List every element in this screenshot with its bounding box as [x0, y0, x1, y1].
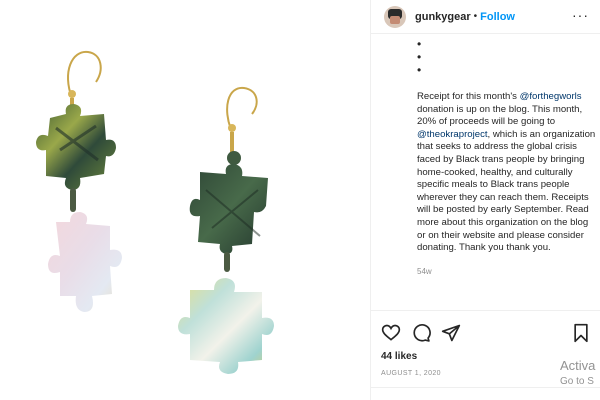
share-icon[interactable] — [441, 323, 461, 343]
mention-link[interactable]: @forthegworls — [520, 91, 582, 102]
left-hook-bead — [68, 90, 76, 98]
header-separator: • — [473, 11, 478, 22]
more-options-icon[interactable]: ··· — [572, 8, 589, 22]
mention-link[interactable]: @theokraproject — [417, 129, 488, 140]
post-header: gunkygear • Follow ··· — [371, 0, 600, 34]
caption-part: donation is up on the blog. This month, … — [417, 103, 583, 128]
right-hook-bead — [228, 124, 236, 132]
post-photo[interactable] — [0, 0, 370, 400]
caption-text: Receipt for this month's @forthegworls d… — [417, 91, 597, 255]
caption-bullet: • — [417, 63, 422, 77]
activation-watermark-subtitle: Go to S — [560, 376, 594, 387]
username-link[interactable]: gunkygear — [415, 11, 471, 23]
caption-area: • • • Receipt for this month's @forthegw… — [417, 38, 597, 310]
left-green-piece — [36, 104, 116, 190]
caption-part: , which is an organization that seeks to… — [417, 128, 596, 254]
heart-icon[interactable] — [381, 323, 401, 343]
left-pastel-piece — [48, 212, 122, 312]
caption-part: Receipt for this month's — [417, 91, 520, 102]
bookmark-icon[interactable] — [571, 323, 591, 343]
likes-count[interactable]: 44 likes — [381, 351, 417, 362]
caption-bullets: • • • — [417, 38, 597, 77]
caption-bullet: • — [417, 50, 422, 64]
post-age[interactable]: 54w — [417, 267, 597, 276]
follow-button[interactable]: Follow — [480, 11, 515, 23]
post-date: AUGUST 1, 2020 — [381, 370, 441, 377]
right-rainbow-piece — [178, 278, 274, 374]
action-icons — [381, 323, 471, 343]
post-sidebar: gunkygear • Follow ··· • • • Receipt for… — [370, 0, 600, 400]
comment-bar[interactable] — [371, 387, 600, 400]
caption-bullet: • — [417, 38, 422, 51]
activation-watermark-title: Activa — [560, 358, 596, 373]
comment-icon[interactable] — [411, 323, 431, 343]
earrings-photo — [36, 50, 274, 374]
avatar[interactable] — [384, 5, 406, 28]
